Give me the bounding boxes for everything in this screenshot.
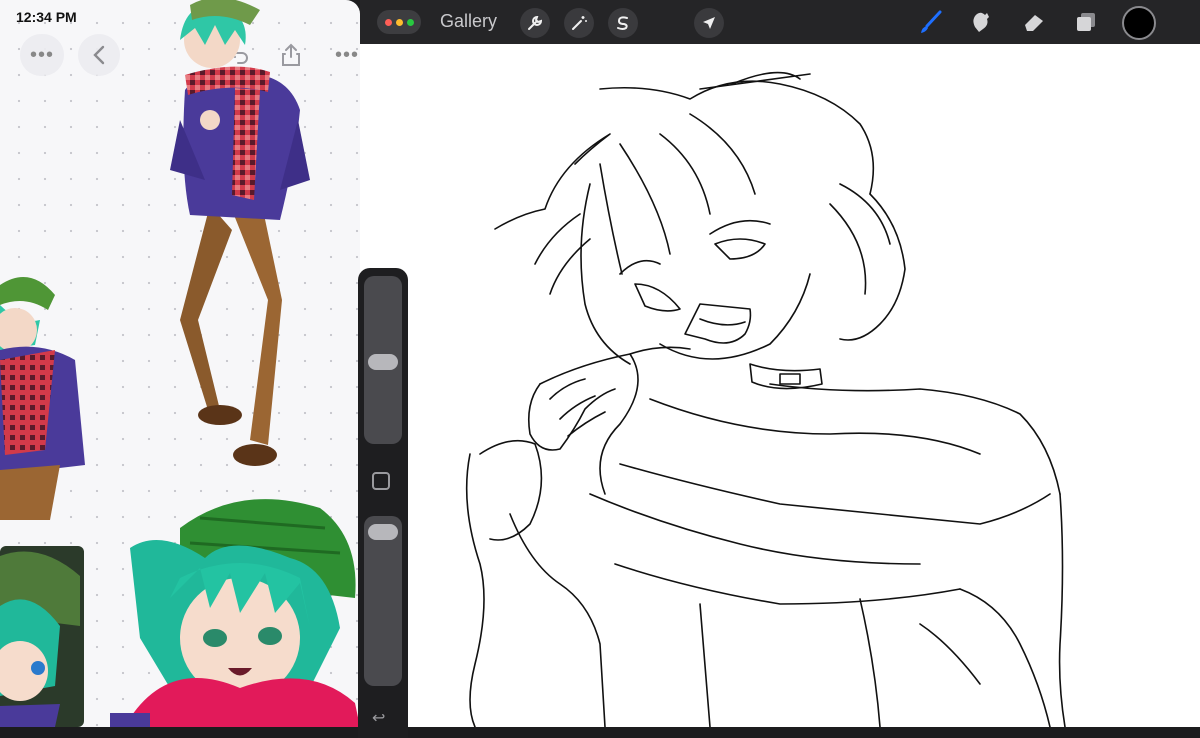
brush-size-thumb[interactable] [368, 354, 398, 370]
fullscreen-dot-icon [406, 18, 414, 26]
brush-opacity-slider[interactable] [364, 516, 402, 686]
gallery-button[interactable]: Gallery [440, 11, 497, 32]
more-options-button-right[interactable]: ••• [326, 34, 360, 76]
reference-image-waving-character[interactable] [0, 265, 95, 520]
procreate-top-toolbar: Gallery [360, 0, 1200, 44]
procreate-app: Gallery [360, 0, 1200, 727]
transform-button[interactable] [694, 8, 724, 38]
brush-opacity-thumb[interactable] [368, 524, 398, 540]
close-dot-icon [384, 18, 392, 26]
undo-arrow-icon[interactable]: ↩ [372, 708, 385, 728]
reference-image-standing-character[interactable] [150, 0, 330, 475]
reference-board[interactable]: 12:34 PM ••• ••• [0, 0, 360, 727]
window-controls-button[interactable] [377, 10, 421, 34]
brush-icon [921, 10, 942, 33]
layers-icon [1077, 13, 1095, 31]
reference-image-portrait-card[interactable] [0, 546, 88, 727]
more-icon: ••• [334, 44, 359, 66]
line-art-sketch [465, 71, 1066, 727]
eraser-tool-button[interactable] [1018, 6, 1050, 38]
drawing-canvas[interactable] [360, 44, 1200, 727]
brush-size-slider[interactable] [364, 276, 402, 444]
minimize-dot-icon [395, 18, 403, 26]
smudge-tool-button[interactable] [964, 6, 996, 38]
procreate-sidebar: ↩ [358, 268, 408, 738]
more-options-button[interactable]: ••• [20, 34, 64, 76]
status-time: 12:34 PM [16, 9, 77, 25]
selection-button[interactable] [608, 8, 638, 38]
brush-tool-button[interactable] [915, 6, 947, 38]
chevron-left-icon [93, 45, 105, 65]
adjustments-button[interactable] [564, 8, 594, 38]
selection-s-icon [617, 16, 628, 30]
actions-button[interactable] [520, 8, 550, 38]
back-button[interactable] [78, 34, 120, 76]
wrench-icon [528, 15, 543, 30]
arrow-cursor-icon [703, 17, 715, 29]
magic-wand-icon [572, 16, 587, 30]
reference-image-portrait-closeup[interactable] [110, 488, 360, 727]
more-icon: ••• [29, 44, 54, 66]
eraser-icon [1025, 15, 1043, 31]
modify-button[interactable] [372, 472, 390, 490]
smudge-icon [973, 12, 989, 32]
color-picker-button[interactable] [1122, 6, 1156, 40]
layers-button[interactable] [1070, 6, 1102, 38]
